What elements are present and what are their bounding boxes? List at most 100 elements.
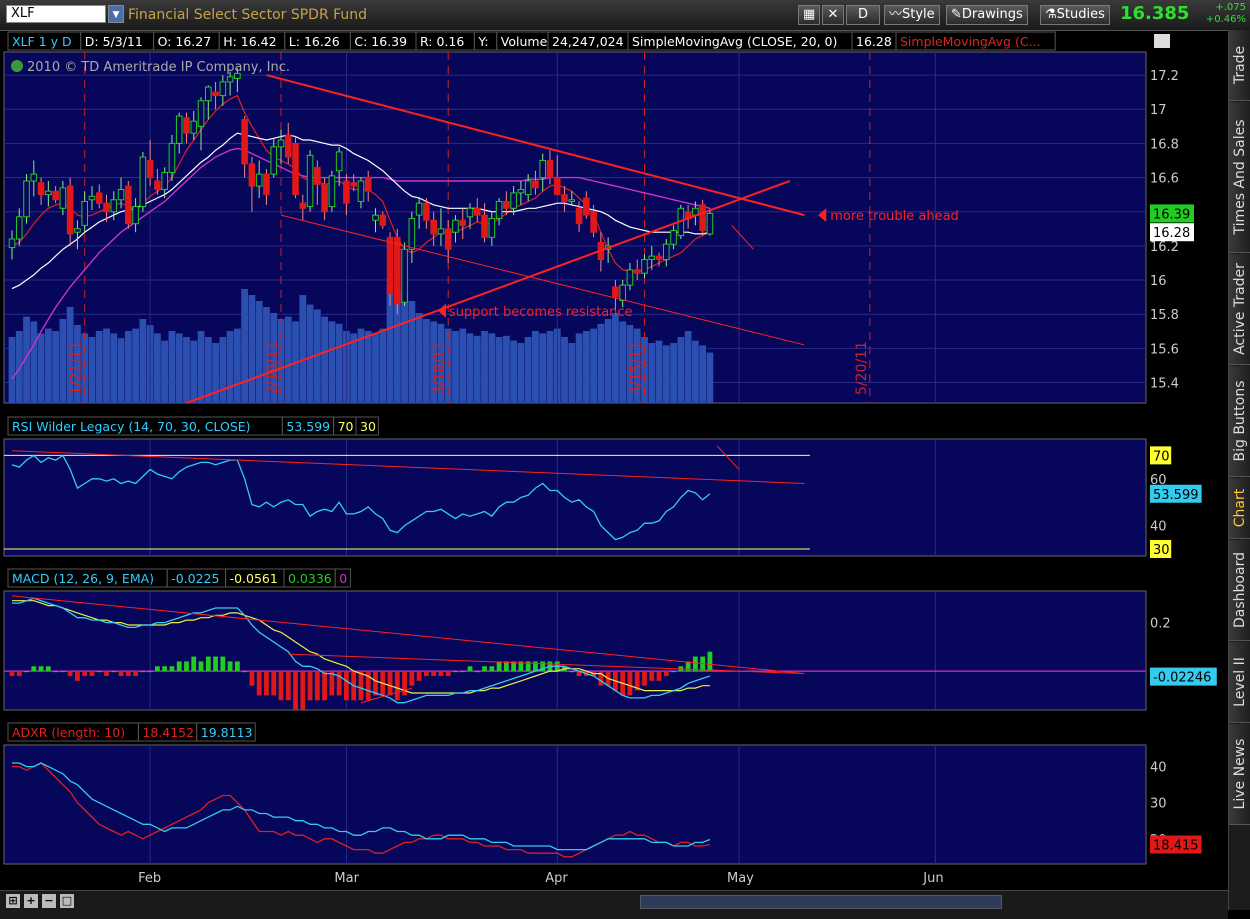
- tab-times-and-sales[interactable]: Times And Sales: [1229, 102, 1250, 253]
- symbol-input[interactable]: XLF: [6, 5, 106, 23]
- x-axis-month: Jun: [922, 871, 943, 886]
- candle-body: [568, 199, 576, 202]
- expand-icon[interactable]: ⊞: [6, 894, 20, 908]
- candle-body: [175, 115, 183, 144]
- macd-histogram-bar: [60, 671, 66, 673]
- candle-body: [517, 189, 525, 194]
- adxr-panel: [3, 744, 1147, 865]
- zoom-in-icon[interactable]: +: [24, 894, 38, 908]
- price-symbol: XLF 1 y D: [12, 34, 72, 49]
- candle-body: [284, 134, 292, 158]
- style-icon: 〰: [889, 7, 903, 22]
- volume-bar: [677, 337, 685, 403]
- candle-body: [270, 146, 278, 175]
- volume-bar: [662, 345, 670, 403]
- tab-chart[interactable]: Chart: [1229, 478, 1250, 539]
- candle-body: [81, 200, 89, 226]
- settings-icon[interactable]: ✕: [822, 5, 844, 25]
- candle-body: [66, 185, 74, 235]
- candle-body: [408, 218, 416, 250]
- candle-body: [415, 202, 423, 216]
- drawings-button[interactable]: ✎Drawings: [946, 5, 1028, 25]
- volume-bar: [364, 331, 372, 403]
- volume-bar: [401, 292, 408, 403]
- tab-active-trader[interactable]: Active Trader: [1229, 254, 1250, 365]
- price-range: R: 0.16: [420, 34, 464, 49]
- date-label: 5/20/11: [854, 341, 870, 395]
- candle-body: [139, 156, 147, 208]
- candle-body: [74, 228, 81, 233]
- macd-histogram-bar: [162, 666, 168, 672]
- price-y-tick: 15.8: [1150, 308, 1179, 323]
- chevron-down-icon[interactable]: ▼: [108, 5, 124, 23]
- macd-histogram-bar: [285, 671, 291, 701]
- sidebar: Trade Times And Sales Active Trader Big …: [1228, 30, 1250, 910]
- studies-label: Studies: [1056, 7, 1105, 22]
- zoom-out-icon[interactable]: −: [42, 894, 56, 908]
- time-scrollbar[interactable]: [640, 895, 1002, 909]
- macd-histogram-bar: [278, 671, 284, 701]
- rsi-badge-value: 53.599: [1153, 488, 1199, 503]
- macd-histogram-bar: [496, 661, 502, 672]
- candle-body: [204, 86, 212, 102]
- last-price: 16.385: [1120, 3, 1190, 24]
- volume-bar: [408, 301, 416, 403]
- volume-bar: [684, 331, 692, 403]
- toolbar: XLF ▼ Financial Select Sector SPDR Fund …: [0, 0, 1250, 31]
- volume-bar: [502, 335, 510, 403]
- candle-body: [197, 100, 205, 127]
- macd-histogram-bar: [213, 656, 218, 672]
- macd-histogram-bar: [118, 671, 124, 676]
- volume-bar: [604, 319, 612, 403]
- studies-button[interactable]: ⚗Studies: [1040, 5, 1110, 25]
- macd-histogram-bar: [155, 666, 160, 672]
- volume-bar: [459, 328, 467, 403]
- chart-area[interactable]: 17.21716.816.616.416.21615.815.615.41/21…: [0, 30, 1228, 890]
- collapse-icon[interactable]: □: [60, 894, 74, 908]
- macd-histogram-bar: [453, 671, 458, 673]
- panel-maximize-icon: [1154, 34, 1170, 48]
- tab-live-news[interactable]: Live News: [1229, 724, 1250, 825]
- candle-body: [663, 243, 670, 261]
- candle-body: [655, 255, 663, 261]
- rsi-panel: [3, 438, 1147, 557]
- style-button[interactable]: 〰Style: [884, 5, 940, 25]
- volume-bar: [561, 337, 568, 403]
- candle-body: [306, 154, 314, 208]
- tab-big-buttons-label: Big Buttons: [1232, 380, 1248, 462]
- macd-histogram-bar: [147, 671, 153, 673]
- macd-y-tick: 0.2: [1150, 617, 1171, 632]
- volume-bar: [183, 337, 190, 403]
- tab-level-ii[interactable]: Level II: [1229, 642, 1250, 723]
- candle-body: [183, 117, 190, 134]
- candle-body: [110, 199, 118, 213]
- candle-body: [372, 214, 379, 221]
- price-high: H: 16.42: [223, 34, 276, 49]
- grid-icon[interactable]: ▦: [798, 5, 820, 25]
- candle-body: [524, 180, 532, 196]
- candle-body: [503, 200, 510, 209]
- volume-value: 24,247,024: [552, 34, 624, 49]
- candle-body: [328, 175, 336, 208]
- tab-trade[interactable]: Trade: [1229, 30, 1250, 101]
- macd-value: -0.0225: [171, 571, 219, 586]
- candle-body: [343, 180, 350, 204]
- volume-bar: [175, 333, 183, 403]
- macd-histogram-bar: [111, 671, 117, 673]
- tab-big-buttons[interactable]: Big Buttons: [1229, 366, 1250, 477]
- aggregation-button[interactable]: D: [846, 5, 880, 25]
- price-date: D: 5/3/11: [85, 34, 143, 49]
- candle-body: [430, 219, 437, 235]
- price-y-tick: 15.6: [1150, 342, 1179, 357]
- volume-bar: [379, 328, 387, 403]
- volume-bar: [539, 333, 547, 403]
- volume-bar: [372, 333, 379, 403]
- volume-bar: [30, 321, 38, 403]
- macd-histogram-bar: [707, 651, 713, 672]
- tab-dashboard[interactable]: Dashboard: [1229, 540, 1250, 641]
- volume-bar: [452, 331, 459, 403]
- rsi-y-tick: 40: [1150, 520, 1167, 535]
- candle-body: [510, 192, 517, 209]
- sma1-label: SimpleMovingAvg (CLOSE, 20, 0): [632, 34, 837, 49]
- candle-body: [706, 212, 714, 235]
